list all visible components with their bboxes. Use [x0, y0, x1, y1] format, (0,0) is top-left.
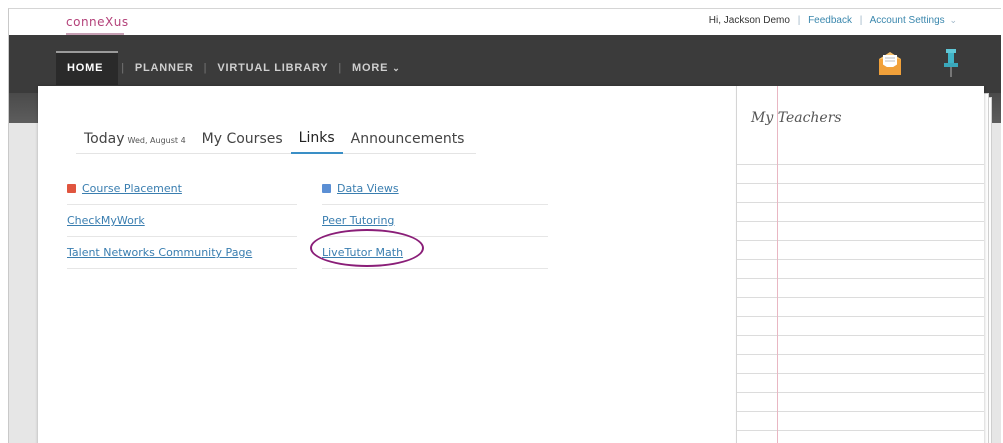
top-bar: conneXus Hi, Jackson Demo | Feedback | A… — [9, 9, 1001, 35]
greeting: Hi, Jackson Demo — [708, 15, 790, 26]
separator: | — [859, 15, 863, 26]
nav-separator: | — [338, 62, 342, 74]
link-talent-networks[interactable]: Talent Networks Community Page — [67, 246, 252, 259]
separator: | — [797, 15, 801, 26]
link-peer-tutoring[interactable]: Peer Tutoring — [322, 214, 394, 227]
book-icon — [67, 184, 76, 193]
nav-items: HOME | PLANNER | VIRTUAL LIBRARY | MORE ⌄ — [67, 62, 401, 74]
tab-bar: Today Wed, August 4 My Courses Links Anno… — [76, 130, 477, 154]
account-settings-link[interactable]: Account Settings — [870, 15, 945, 26]
mail-icon[interactable] — [877, 51, 903, 77]
tab-today[interactable]: Today Wed, August 4 — [76, 131, 194, 154]
chevron-down-icon: ⌄ — [392, 63, 401, 73]
main-nav: HOME | PLANNER | VIRTUAL LIBRARY | MORE ⌄ — [9, 35, 1001, 93]
data-views-icon — [322, 184, 331, 193]
link-course-placement[interactable]: Course Placement — [82, 182, 182, 195]
nav-more-label: MORE — [352, 62, 389, 74]
connexus-logo[interactable]: conneXus — [66, 15, 129, 31]
user-links: Hi, Jackson Demo | Feedback | Account Se… — [709, 15, 957, 26]
nav-more[interactable]: MORE ⌄ — [352, 62, 401, 74]
nav-separator: | — [203, 62, 208, 74]
link-row: Course Placement — [67, 173, 297, 205]
notepad-title: My Teachers — [751, 110, 842, 126]
app-frame: conneXus Hi, Jackson Demo | Feedback | A… — [8, 8, 1001, 443]
nav-virtual-library[interactable]: VIRTUAL LIBRARY — [217, 62, 328, 74]
pin-icon[interactable] — [943, 49, 959, 79]
today-date: Wed, August 4 — [127, 136, 186, 145]
tab-links[interactable]: Links — [290, 130, 343, 154]
link-row: Talent Networks Community Page — [67, 237, 297, 269]
highlight-circle — [310, 229, 424, 267]
my-teachers-notepad: My Teachers — [736, 86, 984, 443]
notepad-margin-line — [777, 86, 778, 443]
nav-home[interactable]: HOME — [67, 62, 103, 74]
tab-today-label: Today — [84, 131, 125, 147]
main-panel: Today Wed, August 4 My Courses Links Anno… — [38, 86, 738, 443]
nav-planner[interactable]: PLANNER — [135, 62, 194, 74]
tab-my-courses[interactable]: My Courses — [193, 131, 291, 154]
chevron-down-icon[interactable]: ⌄ — [949, 15, 957, 25]
link-row: CheckMyWork — [67, 205, 297, 237]
tab-announcements[interactable]: Announcements — [342, 131, 477, 154]
nav-separator: | — [121, 62, 125, 74]
link-checkmywork[interactable]: CheckMyWork — [67, 214, 145, 227]
feedback-link[interactable]: Feedback — [808, 15, 852, 26]
link-row: Data Views — [322, 173, 548, 205]
link-data-views[interactable]: Data Views — [337, 182, 399, 195]
